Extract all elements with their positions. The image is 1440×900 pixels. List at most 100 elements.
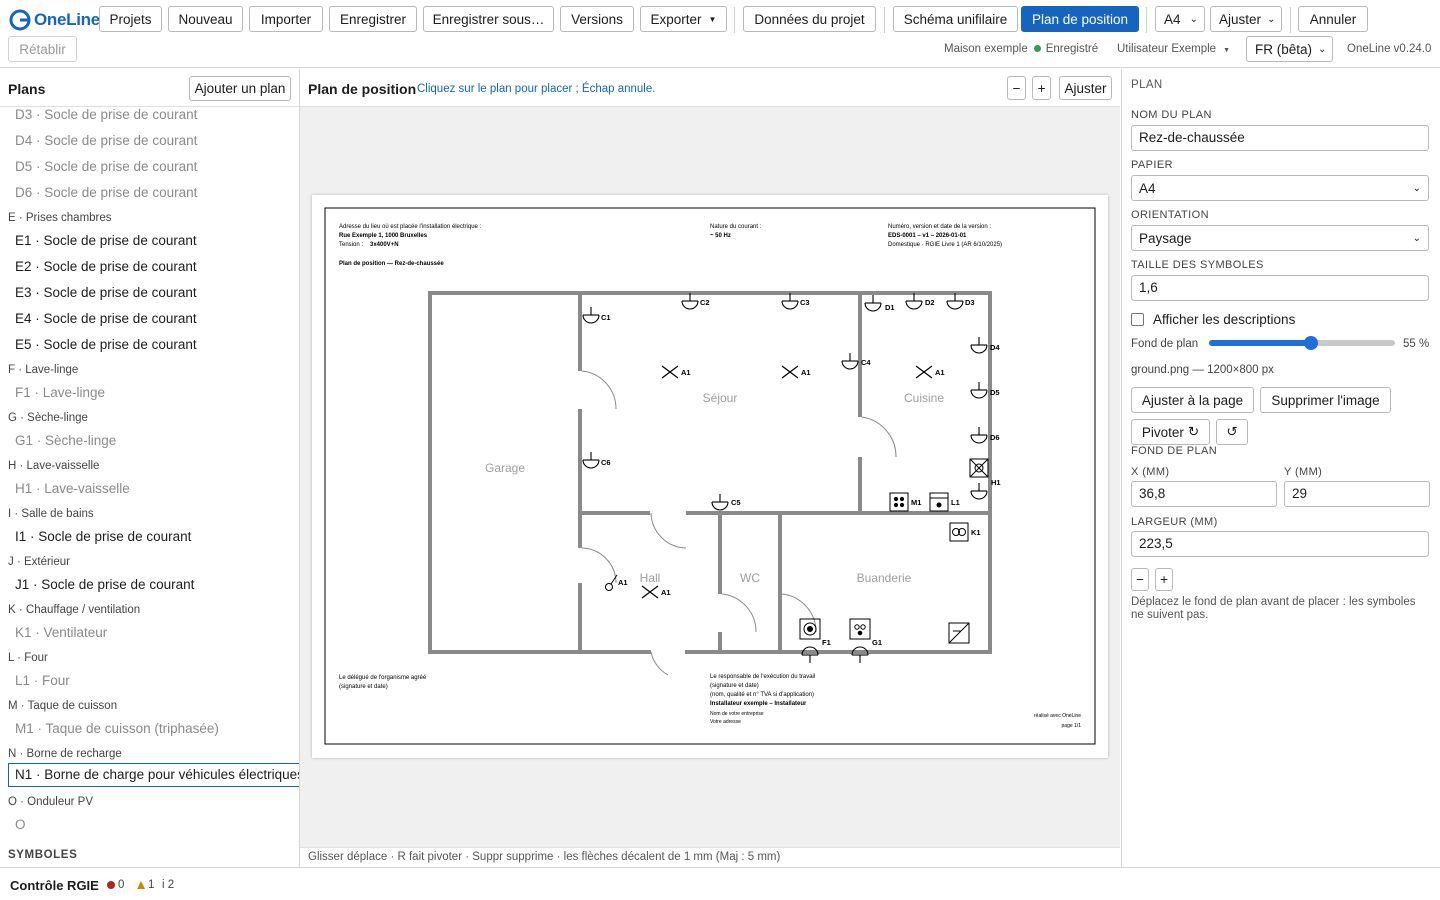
projects-button[interactable]: Projets xyxy=(99,6,162,32)
group-label: L · Four xyxy=(8,652,48,664)
slider-fill xyxy=(1209,340,1312,346)
group-label: I · Salle de bains xyxy=(8,508,94,520)
label-c2: C2 xyxy=(700,298,710,307)
save-button[interactable]: Enregistrer xyxy=(329,6,417,32)
remove-image-button[interactable]: Supprimer l'image xyxy=(1260,387,1391,413)
symbol-size-input[interactable]: 1,6 xyxy=(1131,275,1429,301)
label-d1: D1 xyxy=(885,303,895,312)
x-input[interactable]: 36,8 xyxy=(1131,481,1277,507)
slider-knob[interactable] xyxy=(1304,336,1319,350)
background-opacity-slider[interactable] xyxy=(1209,336,1395,350)
width-input[interactable]: 223,5 xyxy=(1131,531,1429,557)
rotate-ccw-icon: ↺ xyxy=(1226,424,1238,439)
plans-header: Plans Ajouter un plan xyxy=(0,69,299,107)
label-h1: H1 xyxy=(991,478,1001,487)
fit-select-value: Ajuster xyxy=(1219,11,1262,27)
list-item[interactable]: D5 · Socle de prise de courant xyxy=(15,159,197,174)
list-item[interactable]: K1 · Ventilateur xyxy=(15,625,107,640)
paper-select[interactable]: A4 ⌄ xyxy=(1155,6,1205,32)
error-count-value: 0 xyxy=(118,879,125,891)
position-plan-tab[interactable]: Plan de position xyxy=(1021,6,1139,32)
label-d6: D6 xyxy=(990,433,1000,442)
orientation-select[interactable]: Paysage ⌄ xyxy=(1131,225,1429,251)
list-item[interactable]: E4 · Socle de prise de courant xyxy=(15,311,197,326)
panel-divider xyxy=(1121,69,1122,867)
label-d2: D2 xyxy=(925,298,935,307)
single-line-tab[interactable]: Schéma unifilaire xyxy=(893,6,1018,32)
fit-to-page-button[interactable]: Ajuster à la page xyxy=(1131,387,1254,413)
list-item[interactable]: M1 · Taque de cuisson (triphasée) xyxy=(15,721,219,736)
list-item[interactable]: E2 · Socle de prise de courant xyxy=(15,259,197,274)
voltage-value: 3x400V+N xyxy=(370,242,399,248)
add-plan-button[interactable]: Ajouter un plan xyxy=(189,76,291,101)
top-toolbar: OneLine Projets Nouveau Importer Enregis… xyxy=(0,0,1440,68)
list-item[interactable]: E1 · Socle de prise de courant xyxy=(15,233,197,248)
label-d3: D3 xyxy=(965,298,975,307)
chevron-down-icon: ⌄ xyxy=(1189,13,1198,25)
responsible-title: Le responsable de l'exécution du travail xyxy=(710,674,815,680)
list-item[interactable]: D4 · Socle de prise de courant xyxy=(15,133,197,148)
paper-label: PAPIER xyxy=(1131,159,1173,171)
width-decrease-button[interactable]: − xyxy=(1131,568,1149,591)
rotate-ccw-button[interactable]: ↺ xyxy=(1216,419,1248,445)
orientation-value: Paysage xyxy=(1139,230,1192,246)
width-increase-button[interactable]: + xyxy=(1155,568,1173,591)
plan-name-input[interactable]: Rez-de-chaussée xyxy=(1131,125,1429,151)
import-button[interactable]: Importer xyxy=(249,6,323,32)
list-item[interactable]: D3 · Socle de prise de courant xyxy=(15,107,197,122)
label-g1: G1 xyxy=(872,638,882,647)
label-d5: D5 xyxy=(990,388,1000,397)
rotate-button[interactable]: Pivoter ↻ xyxy=(1131,419,1210,445)
label-c1: C1 xyxy=(601,313,611,322)
orientation-label: ORIENTATION xyxy=(1131,209,1209,221)
plan-section-title: PLAN xyxy=(1131,79,1163,91)
paper-size-select[interactable]: A4 ⌄ xyxy=(1131,175,1429,201)
zoom-out-button[interactable]: − xyxy=(1007,76,1026,100)
fit-button[interactable]: Ajuster xyxy=(1059,76,1112,100)
entrance-gap xyxy=(651,650,685,655)
toolbar-divider xyxy=(734,7,735,33)
export-label: Exporter xyxy=(650,11,702,27)
plan-drawing[interactable]: Adresse du lieu où est placée l'installa… xyxy=(312,195,1108,758)
undo-button[interactable]: Annuler xyxy=(1298,6,1368,32)
list-item[interactable]: J1 · Socle de prise de courant xyxy=(15,577,194,592)
list-item[interactable]: O xyxy=(15,817,26,832)
language-select[interactable]: FR (bêta) ⌄ xyxy=(1246,36,1333,62)
list-item[interactable]: F1 · Lave-linge xyxy=(15,385,105,400)
plan-canvas-area: Plan de position Cliquez sur le plan pou… xyxy=(300,69,1120,867)
redo-button[interactable]: Rétablir xyxy=(8,36,77,62)
show-descriptions-checkbox[interactable]: Afficher les descriptions xyxy=(1131,312,1295,327)
app-version: OneLine v0.24.0 xyxy=(1347,43,1432,55)
symbols-heading: SYMBOLES xyxy=(8,849,78,861)
label-a1: A1 xyxy=(661,588,671,597)
list-item[interactable]: G1 · Sèche-linge xyxy=(15,433,116,448)
caret-down-icon: ▼ xyxy=(1223,47,1231,54)
list-item[interactable]: E5 · Socle de prise de courant xyxy=(15,337,197,352)
canvas-shortcuts: Glisser déplace · R fait pivoter · Suppr… xyxy=(300,847,1120,867)
saved-dot-icon xyxy=(1033,45,1041,52)
fit-select[interactable]: Ajuster ⌄ xyxy=(1210,6,1282,32)
list-item[interactable]: H1 · Lave-vaisselle xyxy=(15,481,130,496)
user-menu[interactable]: Utilisateur Exemple ▼ xyxy=(1117,43,1230,55)
y-input[interactable]: 29 xyxy=(1284,481,1430,507)
list-item[interactable]: E3 · Socle de prise de courant xyxy=(15,285,197,300)
list-item-selected[interactable]: N1 · Borne de charge pour véhicules élec… xyxy=(8,763,299,787)
company-address: Votre adresse xyxy=(710,719,741,725)
list-item[interactable]: D6 · Socle de prise de courant xyxy=(15,185,197,200)
label-c4: C4 xyxy=(861,358,871,367)
plan-sheet[interactable]: Adresse du lieu où est placée l'installa… xyxy=(312,195,1108,758)
regulation: Domestique · RGIE Livre 1 (AR 6/10/2025) xyxy=(888,242,1002,248)
list-item[interactable]: I1 · Socle de prise de courant xyxy=(15,529,191,544)
list-item[interactable]: L1 · Four xyxy=(15,673,70,688)
export-button[interactable]: Exporter ▼ xyxy=(640,6,727,32)
room-sejour: Séjour xyxy=(703,391,738,405)
save-as-button[interactable]: Enregistrer sous… xyxy=(423,6,554,32)
zoom-in-button[interactable]: + xyxy=(1032,76,1051,100)
rgie-check-title[interactable]: Contrôle RGIE xyxy=(10,878,99,893)
plan-heading: Plan de position — Rez-de-chaussée xyxy=(339,261,444,267)
current-label: Nature du courant : xyxy=(710,224,762,230)
project-data-button[interactable]: Données du projet xyxy=(743,6,876,32)
new-button[interactable]: Nouveau xyxy=(168,6,243,32)
versions-button[interactable]: Versions xyxy=(560,6,634,32)
checkbox-box[interactable] xyxy=(1131,313,1144,326)
